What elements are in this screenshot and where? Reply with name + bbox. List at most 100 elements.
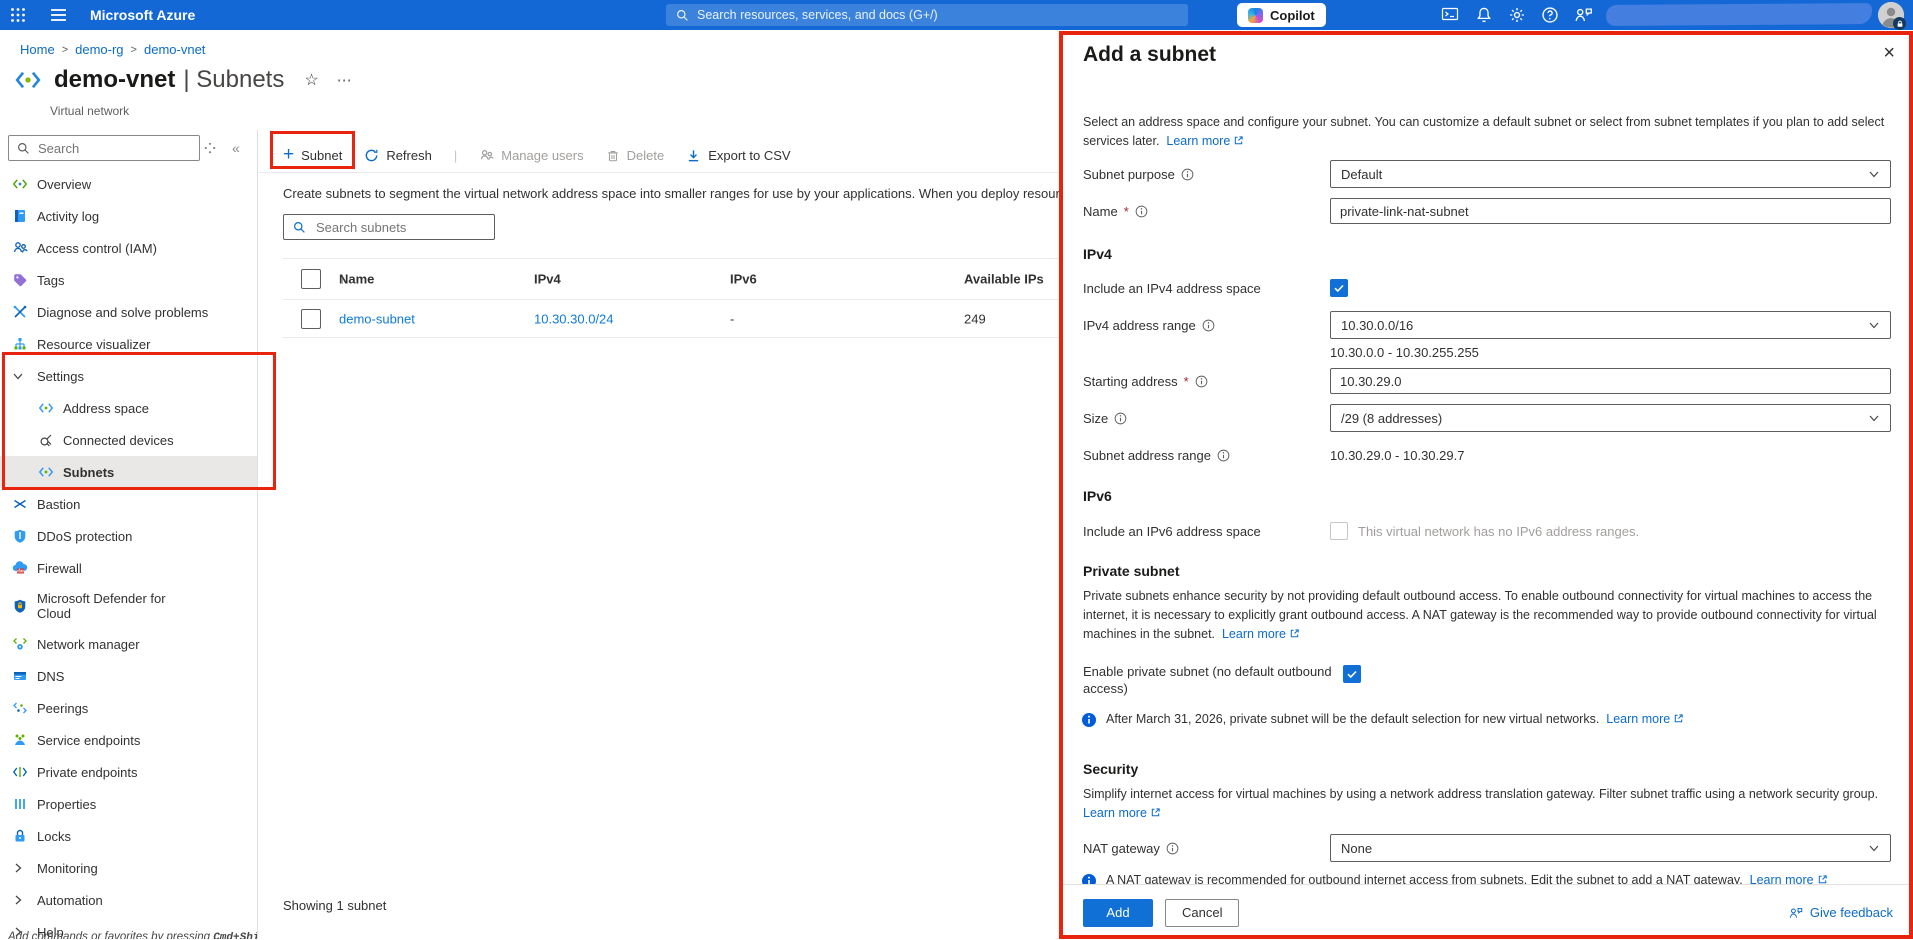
dns-icon [12, 668, 28, 684]
copilot-button[interactable]: Copilot [1237, 3, 1326, 27]
sidebar-item-locks[interactable]: Locks [0, 820, 258, 852]
learn-more-link[interactable]: Learn more [1606, 712, 1670, 726]
download-icon [686, 148, 701, 163]
learn-more-link[interactable]: Learn more [1083, 806, 1147, 820]
sidebar-item-properties[interactable]: Properties [0, 788, 258, 820]
notifications-bell-icon[interactable] [1475, 6, 1493, 24]
include-ipv4-checkbox[interactable] [1330, 279, 1348, 297]
search-subnets-box[interactable] [283, 214, 495, 240]
sidebar-item-peerings[interactable]: Peerings [0, 692, 258, 724]
sidebar-group-monitoring[interactable]: Monitoring [0, 852, 258, 884]
learn-more-link[interactable]: Learn more [1166, 134, 1230, 148]
breadcrumb-vnet[interactable]: demo-vnet [144, 42, 205, 57]
column-header-available-ips[interactable]: Available IPs [964, 272, 1044, 287]
column-header-ipv4[interactable]: IPv4 [534, 272, 561, 287]
sidebar-item-subnets[interactable]: Subnets [0, 456, 258, 488]
sidebar-group-settings[interactable]: Settings [0, 360, 258, 392]
panel-title: Add a subnet [1083, 43, 1216, 67]
sidebar-item-firewall[interactable]: Firewall [0, 552, 258, 584]
service-endpoints-icon [12, 732, 28, 748]
subnets-content: + Subnet Refresh | Manage users Delete E… [258, 130, 1063, 939]
settings-gear-icon[interactable] [1508, 6, 1526, 24]
export-csv-button[interactable]: Export to CSV [686, 148, 790, 163]
favorite-star-icon[interactable]: ☆ [304, 70, 318, 90]
sidebar-item-connected-devices[interactable]: Connected devices [0, 424, 258, 456]
nat-gateway-select[interactable]: None [1330, 834, 1891, 862]
give-feedback-link[interactable]: Give feedback [1788, 905, 1893, 920]
check-icon [1333, 282, 1345, 294]
sidebar-group-automation[interactable]: Automation [0, 884, 258, 916]
sidebar-item-defender[interactable]: Microsoft Defender for Cloud [0, 584, 258, 628]
add-button[interactable]: Add [1083, 899, 1153, 927]
private-subnet-section-header: Private subnet [1083, 563, 1179, 579]
sidebar-item-diagnose[interactable]: Diagnose and solve problems [0, 296, 258, 328]
more-options-icon[interactable]: ⋯ [337, 71, 354, 89]
sidebar-item-dns[interactable]: DNS [0, 660, 258, 692]
subnet-name-input[interactable] [1330, 198, 1891, 224]
sync-icon[interactable] [204, 142, 216, 154]
collapse-sidebar-icon[interactable]: « [232, 140, 240, 156]
sidebar-item-bastion[interactable]: Bastion [0, 488, 258, 520]
breadcrumb-resource-group[interactable]: demo-rg [75, 42, 123, 57]
sidebar-item-activity-log[interactable]: Activity log [0, 200, 258, 232]
sidebar-item-ddos[interactable]: DDoS protection [0, 520, 258, 552]
search-icon [676, 9, 689, 22]
sidebar-item-service-endpoints[interactable]: Service endpoints [0, 724, 258, 756]
chevron-down-icon [12, 370, 24, 382]
close-icon[interactable]: × [1883, 43, 1895, 63]
avatar[interactable] [1878, 2, 1904, 28]
search-icon [17, 142, 30, 155]
refresh-button[interactable]: Refresh [364, 148, 432, 163]
info-icon [1114, 412, 1127, 425]
add-subnet-button[interactable]: + Subnet [283, 147, 342, 164]
sidebar-item-resource-visualizer[interactable]: Resource visualizer [0, 328, 258, 360]
info-icon [1217, 449, 1230, 462]
info-icon [1135, 205, 1148, 218]
sidebar-item-address-space[interactable]: Address space [0, 392, 258, 424]
sidebar-search-input[interactable] [36, 140, 170, 157]
select-all-checkbox[interactable] [301, 269, 321, 289]
info-icon [1181, 168, 1194, 181]
table-row[interactable]: demo-subnet 10.30.30.0/24 - 249 [283, 300, 1063, 338]
enable-private-subnet-row: Enable private subnet (no default outbou… [1083, 663, 1891, 697]
sidebar-item-tags[interactable]: Tags [0, 264, 258, 296]
sidebar-item-network-manager[interactable]: Network manager [0, 628, 258, 660]
manage-users-button[interactable]: Manage users [479, 148, 583, 163]
cancel-button[interactable]: Cancel [1165, 899, 1239, 927]
breadcrumb-home[interactable]: Home [20, 42, 55, 57]
ipv4-range-row: IPv4 address range 10.30.0.0/16 [1083, 311, 1891, 339]
chevron-down-icon [1868, 842, 1880, 854]
table-count-footer: Showing 1 subnet [283, 898, 386, 913]
learn-more-link[interactable]: Learn more [1222, 627, 1286, 641]
subnet-purpose-select[interactable]: Default [1330, 160, 1891, 188]
hamburger-menu-icon[interactable] [50, 0, 67, 30]
info-filled-icon [1081, 712, 1097, 728]
feedback-icon[interactable] [1573, 6, 1593, 24]
starting-address-input[interactable] [1330, 368, 1891, 394]
row-checkbox[interactable] [301, 309, 321, 329]
ipv4-range-select[interactable]: 10.30.0.0/16 [1330, 311, 1891, 339]
subnets-icon [38, 464, 54, 480]
column-header-ipv6[interactable]: IPv6 [730, 272, 757, 287]
ipv4-section-header: IPv4 [1083, 246, 1112, 262]
enable-private-subnet-checkbox[interactable] [1343, 665, 1361, 683]
copilot-icon [1248, 8, 1263, 23]
toolbar-divider-line [258, 172, 1063, 173]
sidebar-search-box[interactable] [8, 135, 200, 161]
waffle-menu-icon[interactable] [10, 0, 26, 30]
delete-button[interactable]: Delete [606, 148, 665, 163]
azure-brand[interactable]: Microsoft Azure [90, 0, 195, 30]
size-select[interactable]: /29 (8 addresses) [1330, 404, 1891, 432]
help-icon[interactable] [1541, 6, 1559, 24]
search-subnets-input[interactable] [314, 219, 468, 236]
sidebar-item-private-endpoints[interactable]: Private endpoints [0, 756, 258, 788]
subnet-name-link[interactable]: demo-subnet [339, 311, 415, 326]
virtual-network-icon [14, 66, 42, 94]
subnet-ipv4-link[interactable]: 10.30.30.0/24 [534, 311, 614, 326]
sidebar-menu: Overview Activity log Access control (IA… [0, 168, 258, 939]
sidebar-item-access-control[interactable]: Access control (IAM) [0, 232, 258, 264]
global-search-bar[interactable]: Search resources, services, and docs (G+… [666, 4, 1188, 26]
chevron-down-icon [1868, 168, 1880, 180]
cloud-shell-icon[interactable] [1441, 6, 1459, 24]
sidebar-item-overview[interactable]: Overview [0, 168, 258, 200]
